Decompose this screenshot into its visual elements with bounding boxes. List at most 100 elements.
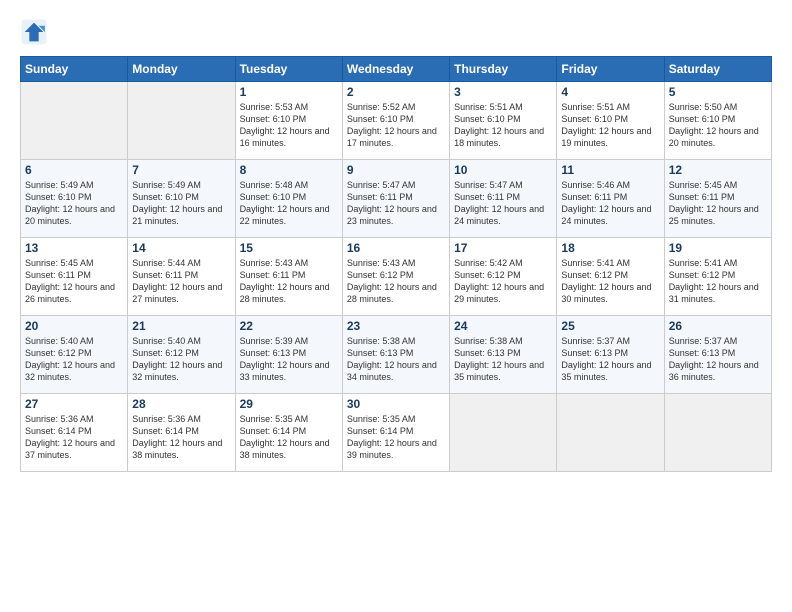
day-number: 12 [669, 163, 767, 177]
calendar-header: SundayMondayTuesdayWednesdayThursdayFrid… [21, 57, 772, 82]
day-info: Sunrise: 5:40 AM Sunset: 6:12 PM Dayligh… [25, 335, 123, 384]
day-number: 24 [454, 319, 552, 333]
day-info: Sunrise: 5:51 AM Sunset: 6:10 PM Dayligh… [561, 101, 659, 150]
day-info: Sunrise: 5:35 AM Sunset: 6:14 PM Dayligh… [347, 413, 445, 462]
week-row-1: 1 Sunrise: 5:53 AM Sunset: 6:10 PM Daylig… [21, 82, 772, 160]
day-number: 27 [25, 397, 123, 411]
day-info: Sunrise: 5:37 AM Sunset: 6:13 PM Dayligh… [561, 335, 659, 384]
day-cell: 10 Sunrise: 5:47 AM Sunset: 6:11 PM Dayli… [450, 160, 557, 238]
day-number: 22 [240, 319, 338, 333]
day-cell [128, 82, 235, 160]
day-cell: 9 Sunrise: 5:47 AM Sunset: 6:11 PM Daylig… [342, 160, 449, 238]
day-number: 1 [240, 85, 338, 99]
day-cell: 3 Sunrise: 5:51 AM Sunset: 6:10 PM Daylig… [450, 82, 557, 160]
week-row-3: 13 Sunrise: 5:45 AM Sunset: 6:11 PM Dayli… [21, 238, 772, 316]
day-info: Sunrise: 5:41 AM Sunset: 6:12 PM Dayligh… [561, 257, 659, 306]
day-cell: 2Sunrise: 5:52 AM Sunset: 6:10 PM Daylig… [342, 82, 449, 160]
day-cell: 19 Sunrise: 5:41 AM Sunset: 6:12 PM Dayli… [664, 238, 771, 316]
day-info: Sunrise: 5:48 AM Sunset: 6:10 PM Dayligh… [240, 179, 338, 228]
day-number: 14 [132, 241, 230, 255]
day-number: 25 [561, 319, 659, 333]
day-cell: 14 Sunrise: 5:44 AM Sunset: 6:11 PM Dayli… [128, 238, 235, 316]
day-number: 10 [454, 163, 552, 177]
day-cell [664, 394, 771, 472]
day-number: 7 [132, 163, 230, 177]
day-cell: 25 Sunrise: 5:37 AM Sunset: 6:13 PM Dayli… [557, 316, 664, 394]
day-cell [557, 394, 664, 472]
day-cell: 26 Sunrise: 5:37 AM Sunset: 6:13 PM Dayli… [664, 316, 771, 394]
day-cell: 30 Sunrise: 5:35 AM Sunset: 6:14 PM Dayli… [342, 394, 449, 472]
day-number: 28 [132, 397, 230, 411]
day-info: Sunrise: 5:45 AM Sunset: 6:11 PM Dayligh… [669, 179, 767, 228]
day-cell: 1 Sunrise: 5:53 AM Sunset: 6:10 PM Daylig… [235, 82, 342, 160]
day-cell: 22Sunrise: 5:39 AM Sunset: 6:13 PM Dayli… [235, 316, 342, 394]
day-number: 8 [240, 163, 338, 177]
day-cell: 16 Sunrise: 5:43 AM Sunset: 6:12 PM Dayli… [342, 238, 449, 316]
day-number: 4 [561, 85, 659, 99]
day-cell: 13 Sunrise: 5:45 AM Sunset: 6:11 PM Dayli… [21, 238, 128, 316]
day-cell: 11Sunrise: 5:46 AM Sunset: 6:11 PM Dayli… [557, 160, 664, 238]
day-number: 30 [347, 397, 445, 411]
header-cell-monday: Monday [128, 57, 235, 82]
day-info: Sunrise: 5:40 AM Sunset: 6:12 PM Dayligh… [132, 335, 230, 384]
week-row-2: 6 Sunrise: 5:49 AM Sunset: 6:10 PM Daylig… [21, 160, 772, 238]
page: SundayMondayTuesdayWednesdayThursdayFrid… [0, 0, 792, 612]
day-cell [450, 394, 557, 472]
day-cell: 21 Sunrise: 5:40 AM Sunset: 6:12 PM Dayli… [128, 316, 235, 394]
day-cell: 27 Sunrise: 5:36 AM Sunset: 6:14 PM Dayli… [21, 394, 128, 472]
header-cell-sunday: Sunday [21, 57, 128, 82]
header-cell-saturday: Saturday [664, 57, 771, 82]
week-row-5: 27 Sunrise: 5:36 AM Sunset: 6:14 PM Dayli… [21, 394, 772, 472]
day-cell: 17Sunrise: 5:42 AM Sunset: 6:12 PM Dayli… [450, 238, 557, 316]
day-info: Sunrise: 5:51 AM Sunset: 6:10 PM Dayligh… [454, 101, 552, 150]
header-cell-tuesday: Tuesday [235, 57, 342, 82]
header-cell-thursday: Thursday [450, 57, 557, 82]
day-info: Sunrise: 5:50 AM Sunset: 6:10 PM Dayligh… [669, 101, 767, 150]
day-number: 13 [25, 241, 123, 255]
day-cell: 24 Sunrise: 5:38 AM Sunset: 6:13 PM Dayli… [450, 316, 557, 394]
day-cell: 18 Sunrise: 5:41 AM Sunset: 6:12 PM Dayli… [557, 238, 664, 316]
day-info: Sunrise: 5:37 AM Sunset: 6:13 PM Dayligh… [669, 335, 767, 384]
day-number: 16 [347, 241, 445, 255]
week-row-4: 20 Sunrise: 5:40 AM Sunset: 6:12 PM Dayli… [21, 316, 772, 394]
day-cell: 7 Sunrise: 5:49 AM Sunset: 6:10 PM Daylig… [128, 160, 235, 238]
day-number: 19 [669, 241, 767, 255]
day-info: Sunrise: 5:36 AM Sunset: 6:14 PM Dayligh… [132, 413, 230, 462]
day-cell: 5 Sunrise: 5:50 AM Sunset: 6:10 PM Daylig… [664, 82, 771, 160]
day-info: Sunrise: 5:53 AM Sunset: 6:10 PM Dayligh… [240, 101, 338, 150]
day-number: 21 [132, 319, 230, 333]
day-info: Sunrise: 5:36 AM Sunset: 6:14 PM Dayligh… [25, 413, 123, 462]
calendar-table: SundayMondayTuesdayWednesdayThursdayFrid… [20, 56, 772, 472]
header [20, 18, 772, 46]
day-number: 26 [669, 319, 767, 333]
day-number: 20 [25, 319, 123, 333]
day-cell: 8 Sunrise: 5:48 AM Sunset: 6:10 PM Daylig… [235, 160, 342, 238]
day-number: 15 [240, 241, 338, 255]
day-number: 3 [454, 85, 552, 99]
day-number: 6 [25, 163, 123, 177]
day-info: Sunrise: 5:41 AM Sunset: 6:12 PM Dayligh… [669, 257, 767, 306]
day-cell: 6Sunrise: 5:49 AM Sunset: 6:10 PM Daylig… [21, 160, 128, 238]
day-number: 5 [669, 85, 767, 99]
calendar-body: 1 Sunrise: 5:53 AM Sunset: 6:10 PM Daylig… [21, 82, 772, 472]
day-info: Sunrise: 5:47 AM Sunset: 6:11 PM Dayligh… [454, 179, 552, 228]
day-info: Sunrise: 5:35 AM Sunset: 6:14 PM Dayligh… [240, 413, 338, 462]
header-row: SundayMondayTuesdayWednesdayThursdayFrid… [21, 57, 772, 82]
header-cell-friday: Friday [557, 57, 664, 82]
day-number: 11 [561, 163, 659, 177]
logo [20, 18, 52, 46]
day-info: Sunrise: 5:45 AM Sunset: 6:11 PM Dayligh… [25, 257, 123, 306]
day-number: 29 [240, 397, 338, 411]
day-info: Sunrise: 5:43 AM Sunset: 6:12 PM Dayligh… [347, 257, 445, 306]
day-info: Sunrise: 5:38 AM Sunset: 6:13 PM Dayligh… [454, 335, 552, 384]
day-cell: 15Sunrise: 5:43 AM Sunset: 6:11 PM Dayli… [235, 238, 342, 316]
day-info: Sunrise: 5:47 AM Sunset: 6:11 PM Dayligh… [347, 179, 445, 228]
logo-icon [20, 18, 48, 46]
day-info: Sunrise: 5:44 AM Sunset: 6:11 PM Dayligh… [132, 257, 230, 306]
day-number: 9 [347, 163, 445, 177]
day-info: Sunrise: 5:49 AM Sunset: 6:10 PM Dayligh… [132, 179, 230, 228]
day-number: 18 [561, 241, 659, 255]
day-cell: 29 Sunrise: 5:35 AM Sunset: 6:14 PM Dayli… [235, 394, 342, 472]
day-cell: 4 Sunrise: 5:51 AM Sunset: 6:10 PM Daylig… [557, 82, 664, 160]
header-cell-wednesday: Wednesday [342, 57, 449, 82]
